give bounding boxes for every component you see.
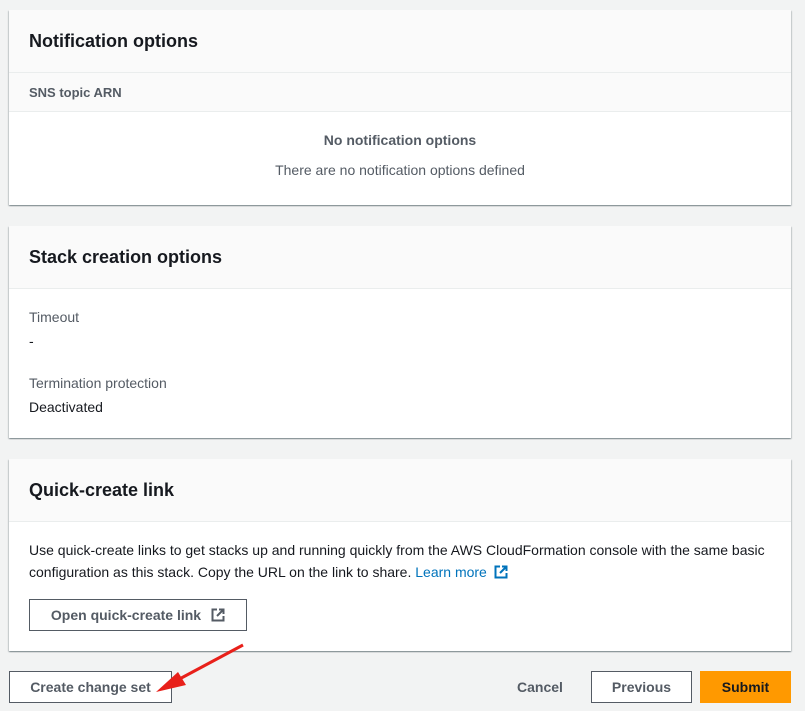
button-label: Cancel	[517, 679, 563, 695]
quick-create-description: Use quick-create links to get stacks up …	[29, 542, 765, 580]
termination-protection-label: Termination protection	[29, 375, 167, 391]
open-quick-create-link-button[interactable]: Open quick-create link	[29, 599, 247, 631]
external-link-icon	[211, 608, 225, 622]
learn-more-label: Learn more	[415, 564, 487, 580]
panel-title: Notification options	[9, 10, 791, 73]
stack-creation-options-panel: Stack creation options Timeout - Termina…	[9, 226, 791, 438]
button-label: Previous	[611, 679, 672, 695]
timeout-value: -	[29, 333, 34, 349]
cancel-button[interactable]: Cancel	[500, 671, 580, 703]
panel-title: Stack creation options	[9, 226, 791, 289]
submit-button[interactable]: Submit	[700, 671, 791, 703]
notification-options-panel: Notification options SNS topic ARN No no…	[9, 10, 791, 205]
empty-state: No notification options There are no not…	[9, 132, 791, 178]
column-header-sns-topic-arn: SNS topic ARN	[9, 73, 791, 112]
external-link-icon	[494, 565, 508, 579]
create-change-set-button[interactable]: Create change set	[9, 671, 172, 703]
button-label: Submit	[721, 679, 770, 695]
learn-more-link[interactable]: Learn more	[415, 564, 508, 580]
previous-button[interactable]: Previous	[591, 671, 692, 703]
termination-protection-value: Deactivated	[29, 399, 103, 415]
quick-create-link-panel: Quick-create link Use quick-create links…	[9, 459, 791, 651]
button-label: Open quick-create link	[50, 607, 202, 623]
empty-title: No notification options	[323, 132, 477, 148]
button-label: Create change set	[30, 679, 151, 695]
timeout-label: Timeout	[29, 309, 80, 325]
empty-description: There are no notification options define…	[275, 162, 525, 178]
panel-title: Quick-create link	[9, 459, 791, 522]
